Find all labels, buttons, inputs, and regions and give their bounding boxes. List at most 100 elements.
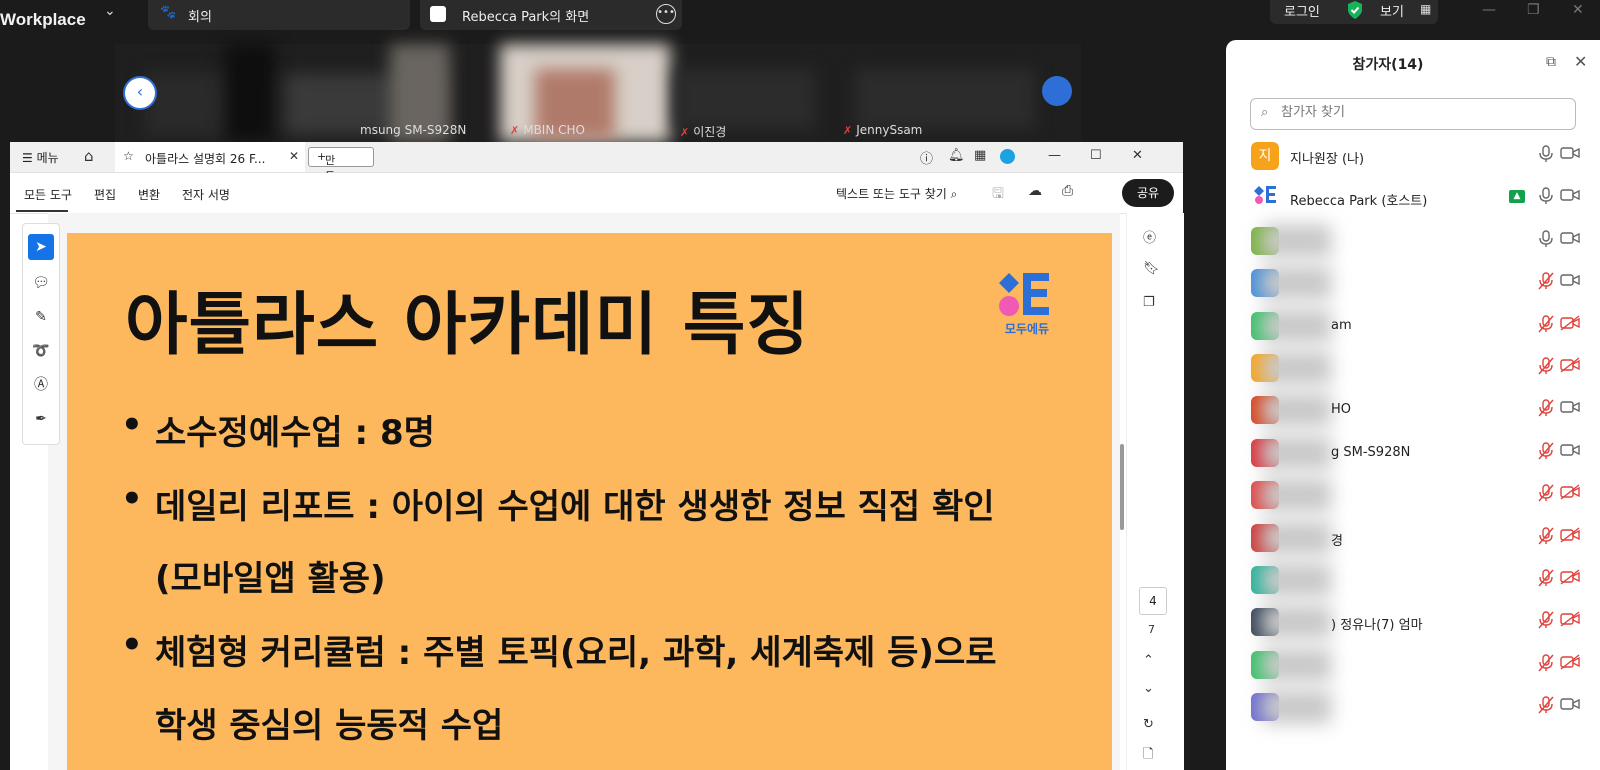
help-icon[interactable]: ⓘ: [920, 148, 933, 167]
save-icon[interactable]: 🖫: [992, 183, 1004, 207]
pages-icon[interactable]: ❐: [1143, 295, 1155, 310]
mic-muted-icon[interactable]: [1538, 442, 1554, 464]
participant-row[interactable]: [1226, 474, 1600, 516]
close-icon[interactable]: ✕: [1572, 2, 1584, 18]
menu-esign[interactable]: 전자 서명: [182, 186, 230, 203]
create-button[interactable]: + 만들기: [308, 147, 374, 199]
mic-muted-icon[interactable]: [1538, 484, 1554, 506]
menu-button[interactable]: ☰ 메뉴: [22, 149, 59, 166]
tab-meeting[interactable]: 🐾 회의: [148, 0, 410, 30]
mic-muted-icon[interactable]: [1538, 272, 1554, 294]
video-tile[interactable]: [225, 44, 275, 142]
mic-muted-icon[interactable]: [1538, 526, 1554, 549]
video-tile[interactable]: [675, 69, 815, 129]
restore-icon[interactable]: ❐: [1527, 2, 1540, 18]
participant-search[interactable]: ⌕: [1250, 98, 1576, 130]
participant-row[interactable]: g SM-S928N: [1226, 432, 1600, 474]
mic-muted-icon[interactable]: [1538, 696, 1554, 718]
maximize-icon[interactable]: ☐: [1090, 148, 1102, 163]
ai-assistant-icon[interactable]: ⓔ: [1143, 227, 1156, 246]
video-icon[interactable]: [1560, 187, 1580, 207]
mic-muted-icon[interactable]: [1538, 314, 1554, 337]
video-name: JennySsam: [856, 123, 923, 137]
apps-grid-icon[interactable]: ▦: [974, 148, 986, 163]
close-icon[interactable]: ✕: [1574, 52, 1587, 71]
video-icon[interactable]: [1560, 272, 1580, 292]
video-icon[interactable]: [1560, 230, 1580, 250]
chevron-down-icon[interactable]: ⌄: [104, 3, 116, 19]
video-off-icon[interactable]: [1560, 484, 1580, 504]
minimize-icon[interactable]: —: [1048, 148, 1061, 163]
video-off-icon[interactable]: [1560, 569, 1580, 589]
close-icon[interactable]: ✕: [1132, 148, 1143, 163]
participant-row[interactable]: HO: [1226, 389, 1600, 431]
mic-muted-icon[interactable]: [1538, 654, 1554, 676]
mic-icon[interactable]: [1538, 145, 1554, 167]
video-icon[interactable]: [1560, 399, 1580, 419]
sign-pen-icon[interactable]: ✒: [28, 406, 54, 432]
participant-row[interactable]: [1226, 559, 1600, 601]
participant-row[interactable]: 지 지나원장 (나): [1226, 135, 1600, 177]
mic-muted-icon[interactable]: [1538, 611, 1554, 633]
strip-prev-button[interactable]: ‹: [123, 76, 157, 110]
mic-icon[interactable]: [1538, 230, 1554, 252]
participant-row[interactable]: Rebecca Park (호스트) ▲: [1226, 177, 1600, 219]
file-icon[interactable]: 🗋: [1143, 745, 1153, 767]
menu-convert[interactable]: 변환: [138, 186, 160, 203]
popout-icon[interactable]: ⧉: [1546, 54, 1556, 70]
avatar[interactable]: [1000, 149, 1015, 164]
menu-all-tools[interactable]: 모든 도구: [24, 186, 72, 203]
participant-row[interactable]: [1226, 262, 1600, 304]
mic-icon[interactable]: [1538, 187, 1554, 209]
participant-row[interactable]: [1226, 644, 1600, 686]
close-tab-icon[interactable]: ✕: [289, 149, 299, 163]
participant-row[interactable]: [1226, 686, 1600, 728]
bell-icon[interactable]: 🔔︎: [948, 148, 965, 163]
tab-shared-screen[interactable]: Rebecca Park의 화면 •••: [420, 0, 682, 30]
mic-muted-icon[interactable]: [1538, 399, 1554, 421]
home-icon[interactable]: ⌂: [84, 147, 94, 165]
chevron-up-icon[interactable]: ⌃: [1143, 653, 1154, 668]
refresh-icon[interactable]: ↻: [1143, 717, 1154, 732]
select-arrow-icon[interactable]: ➤: [28, 234, 54, 260]
video-icon[interactable]: [1560, 442, 1580, 462]
mic-muted-icon[interactable]: [1538, 357, 1554, 379]
mic-muted-icon[interactable]: [1538, 569, 1554, 591]
page-number-input[interactable]: 4: [1139, 587, 1167, 615]
strip-next-button[interactable]: [1042, 76, 1072, 106]
participant-row[interactable]: am: [1226, 305, 1600, 347]
bookmark-icon[interactable]: 🔖︎: [1143, 261, 1160, 276]
highlight-pen-icon[interactable]: ✎: [28, 304, 54, 330]
participant-row[interactable]: 경: [1226, 517, 1600, 559]
more-icon[interactable]: •••: [656, 4, 676, 24]
document-tab[interactable]: ☆ 아틀라스 설명회 26 F... ✕: [115, 142, 305, 172]
view-button[interactable]: 보기: [1380, 1, 1404, 20]
video-icon[interactable]: [1560, 145, 1580, 165]
text-box-icon[interactable]: Ⓐ: [28, 372, 54, 398]
video-off-icon[interactable]: [1560, 357, 1580, 377]
chevron-down-icon[interactable]: ⌄: [1143, 681, 1154, 696]
tool-search[interactable]: 텍스트 또는 도구 찾기 ⌕: [836, 185, 957, 202]
video-off-icon[interactable]: [1560, 611, 1580, 631]
grid-icon[interactable]: ▦: [1420, 2, 1431, 16]
video-tile[interactable]: [855, 69, 1035, 129]
minimize-icon[interactable]: —: [1482, 2, 1496, 18]
draw-lasso-icon[interactable]: ➰: [28, 338, 54, 364]
video-off-icon[interactable]: [1560, 654, 1580, 674]
menu-edit[interactable]: 편집: [94, 186, 116, 203]
share-button[interactable]: 공유: [1122, 179, 1174, 207]
video-off-icon[interactable]: [1560, 315, 1580, 335]
login-button[interactable]: 로그인: [1284, 1, 1320, 20]
print-icon[interactable]: ⎙: [1062, 183, 1073, 199]
comment-icon[interactable]: 💬︎: [28, 270, 54, 296]
participant-row[interactable]: ) 정유나(7) 엄마: [1226, 601, 1600, 643]
participant-row[interactable]: [1226, 347, 1600, 389]
cloud-upload-icon[interactable]: ☁: [1028, 183, 1042, 199]
video-off-icon[interactable]: [1560, 527, 1580, 547]
star-icon[interactable]: ☆: [123, 149, 134, 163]
video-icon[interactable]: [1560, 696, 1580, 716]
vertical-scrollbar[interactable]: [1120, 444, 1124, 530]
participant-search-input[interactable]: [1279, 104, 1563, 121]
participant-row[interactable]: [1226, 220, 1600, 262]
shield-check-icon[interactable]: [1346, 0, 1364, 20]
